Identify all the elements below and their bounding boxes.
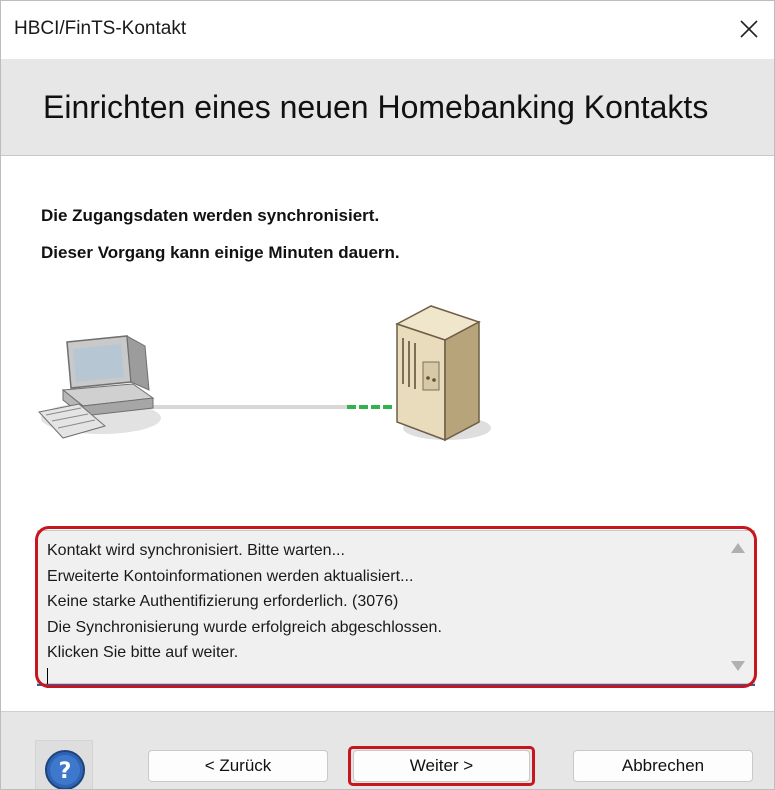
title-bar: HBCI/FinTS-Kontakt (1, 1, 774, 59)
log-line: Die Synchronisierung wurde erfolgreich a… (47, 618, 442, 636)
help-icon: ? (45, 750, 85, 789)
back-button[interactable]: < Zurück (148, 750, 328, 782)
log-line: Erweiterte Kontoinformationen werden akt… (47, 567, 414, 585)
page-title: Einrichten eines neuen Homebanking Konta… (43, 89, 709, 125)
window-title: HBCI/FinTS-Kontakt (14, 18, 187, 39)
close-button[interactable] (730, 11, 768, 47)
log-line: Keine starke Authentifizierung erforderl… (47, 593, 399, 610)
scroll-down-arrow[interactable] (730, 659, 746, 673)
log-lines: Kontakt wird synchronisiert. Bitte warte… (47, 538, 442, 688)
wizard-content: Die Zugangsdaten werden synchronisiert. … (1, 156, 774, 711)
scroll-up-arrow[interactable] (730, 541, 746, 555)
scroll-down-icon (731, 661, 745, 671)
dialog-window: HBCI/FinTS-Kontakt Einrichten eines neue… (0, 0, 775, 790)
server-icon (395, 305, 491, 442)
wizard-header: Einrichten eines neuen Homebanking Konta… (1, 59, 774, 156)
help-button[interactable]: ? (35, 740, 93, 789)
next-button[interactable]: Weiter > (353, 750, 530, 782)
wizard-footer: ? < Zurück Weiter > Abbrechen (1, 711, 774, 789)
sync-log-textarea[interactable]: Kontakt wird synchronisiert. Bitte warte… (37, 530, 755, 688)
svg-text:?: ? (59, 759, 72, 784)
close-icon (740, 20, 758, 38)
log-line: Klicken Sie bitte auf weiter. (47, 644, 239, 661)
cancel-button[interactable]: Abbrechen (573, 750, 753, 782)
scroll-up-icon (731, 543, 745, 553)
textarea-focus-underline (37, 684, 755, 686)
log-line: Kontakt wird synchronisiert. Bitte warte… (47, 542, 345, 559)
computer-icon (38, 335, 161, 439)
